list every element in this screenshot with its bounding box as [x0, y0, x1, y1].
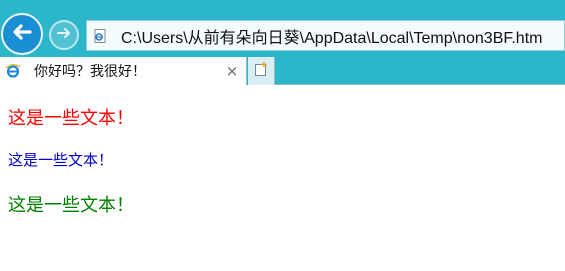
- ie-logo-icon: [4, 62, 22, 80]
- back-button[interactable]: [1, 13, 43, 55]
- browser-toolbar: C:\Users\从前有朵向日葵\AppData\Local\Temp\non3…: [0, 0, 565, 85]
- forward-arrow-icon: [55, 24, 73, 46]
- page-content: 这是一些文本！ 这是一些文本！ 这是一些文本！: [0, 85, 565, 271]
- text-line-green: 这是一些文本！: [8, 195, 134, 216]
- tab-active[interactable]: 你好吗？我很好！ ×: [0, 57, 247, 85]
- back-arrow-icon: [10, 20, 34, 48]
- address-bar[interactable]: C:\Users\从前有朵向日葵\AppData\Local\Temp\non3…: [86, 20, 565, 51]
- text-line-blue: 这是一些文本！: [8, 151, 114, 169]
- text-line-red: 这是一些文本！: [8, 108, 134, 129]
- new-tab-button[interactable]: [248, 57, 275, 85]
- browser-window: C:\Users\从前有朵向日葵\AppData\Local\Temp\non3…: [0, 0, 565, 271]
- ie-page-icon: [91, 27, 109, 45]
- new-tab-icon: [253, 61, 269, 81]
- address-text: C:\Users\从前有朵向日葵\AppData\Local\Temp\non3…: [121, 29, 543, 47]
- close-tab-button[interactable]: ×: [224, 63, 240, 79]
- forward-button[interactable]: [49, 20, 79, 50]
- tab-title: 你好吗？我很好！: [34, 64, 146, 80]
